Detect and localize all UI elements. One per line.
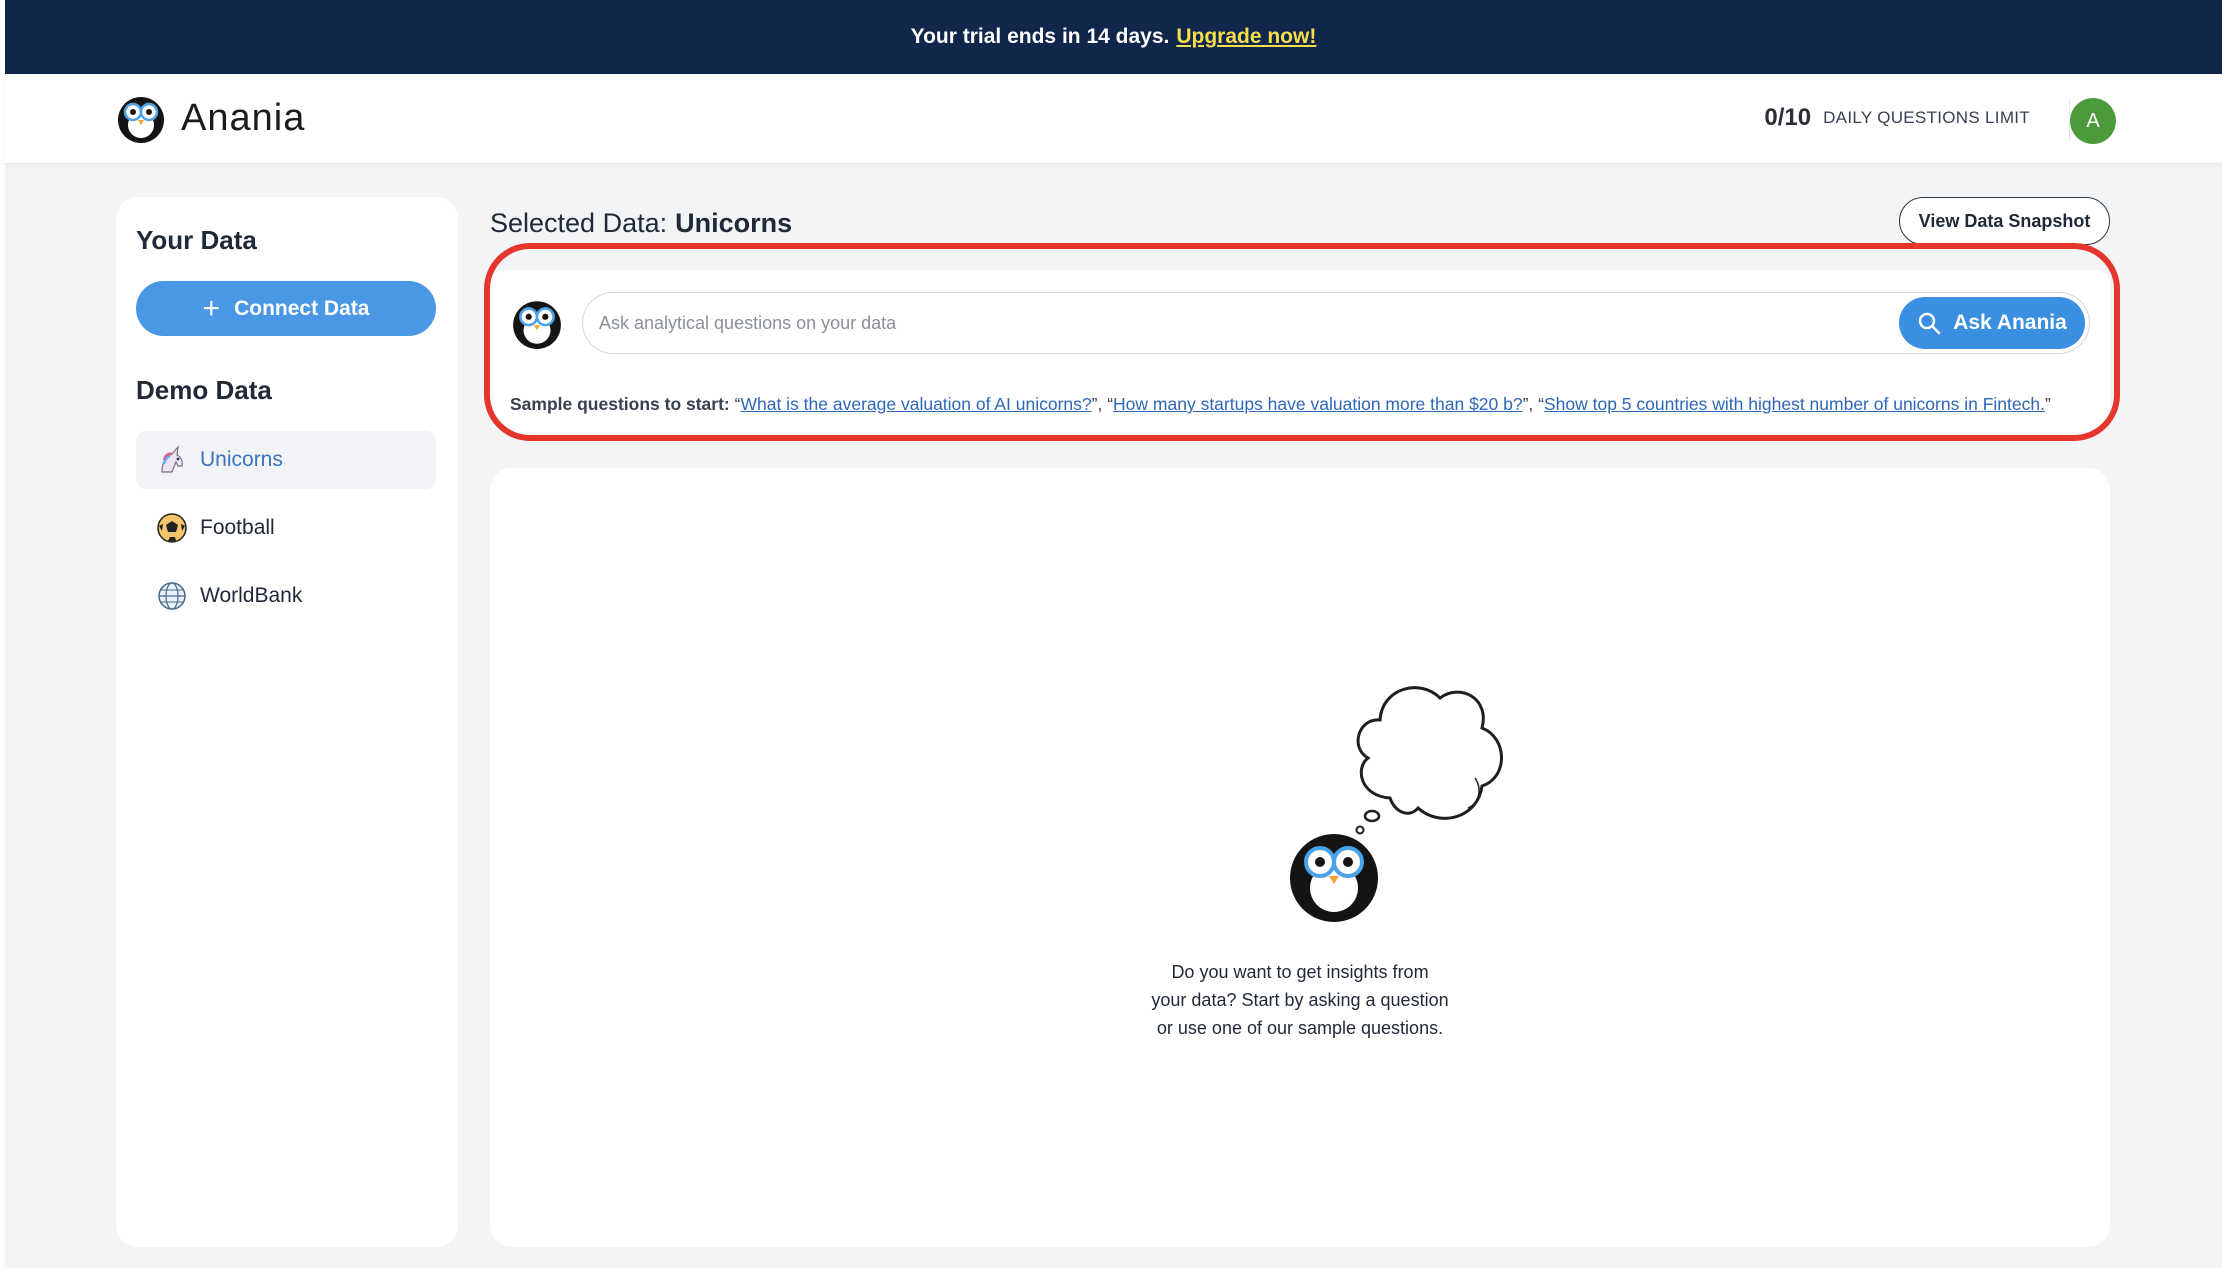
ask-anania-label: Ask Anania xyxy=(1953,311,2067,334)
owl-logo-icon xyxy=(118,97,164,143)
empty-state-line: or use one of our sample questions. xyxy=(1156,1018,1444,1038)
globe-icon xyxy=(158,582,186,610)
owl-avatar-icon xyxy=(513,301,561,349)
selected-data-title: Selected Data: Unicorns xyxy=(490,208,792,239)
empty-state-line: your data? Start by asking a question xyxy=(1151,990,1449,1010)
sample-questions: Sample questions to start: “What is the … xyxy=(510,394,2051,414)
sample-question-link[interactable]: Show top 5 countries with highest number… xyxy=(1544,394,2045,414)
sample-question-link[interactable]: What is the average valuation of AI unic… xyxy=(740,394,1091,414)
empty-state-text: Do you want to get insights from your da… xyxy=(1100,958,1500,1042)
empty-state-line: Do you want to get insights from xyxy=(1171,962,1429,982)
search-icon xyxy=(1918,312,1941,335)
ask-panel: Ask Anania Sample questions to start: “W… xyxy=(490,270,2110,432)
logo[interactable]: Anania xyxy=(115,92,305,144)
football-icon xyxy=(157,513,187,543)
results-area: Do you want to get insights from your da… xyxy=(490,468,2110,1247)
sample-questions-lead: Sample questions to start: xyxy=(510,394,730,414)
sidebar-item-football[interactable]: Football xyxy=(136,499,436,557)
limit-count: 0/10 xyxy=(1764,104,1812,131)
window-edge xyxy=(0,0,5,1268)
demo-data-heading: Demo Data xyxy=(136,375,272,405)
plus-icon: + xyxy=(202,291,221,325)
connect-data-button[interactable]: + Connect Data xyxy=(136,281,436,336)
user-avatar[interactable]: A xyxy=(2070,98,2116,144)
trial-message: Your trial ends in 14 days. xyxy=(910,25,1170,48)
ask-input-container: Ask Anania xyxy=(582,292,2090,354)
limit-label: DAILY QUESTIONS LIMIT xyxy=(1823,108,2030,127)
ask-question-input[interactable] xyxy=(599,307,1899,339)
daily-limit: 0/10 DAILY QUESTIONS LIMIT xyxy=(1764,104,2030,132)
trial-banner: Your trial ends in 14 days. Upgrade now! xyxy=(5,0,2222,74)
upgrade-link[interactable]: Upgrade now! xyxy=(1176,25,1316,49)
sidebar-item-label: Football xyxy=(200,516,275,539)
selected-data-prefix: Selected Data: xyxy=(490,208,668,238)
data-sidebar: Your Data + Connect Data Demo Data Unico… xyxy=(116,197,458,1247)
logo-text: Anania xyxy=(181,96,306,139)
sample-question-link[interactable]: How many startups have valuation more th… xyxy=(1113,394,1523,414)
sidebar-item-unicorns[interactable]: Unicorns xyxy=(136,431,436,489)
connect-data-label: Connect Data xyxy=(234,296,370,320)
thinking-owl-illustration xyxy=(1290,686,1503,922)
your-data-heading: Your Data xyxy=(136,225,257,255)
ask-anania-button[interactable]: Ask Anania xyxy=(1899,297,2085,349)
selected-data-name: Unicorns xyxy=(675,208,793,238)
sidebar-item-label: Unicorns xyxy=(200,448,283,471)
unicorn-icon xyxy=(161,445,183,473)
app-header: Anania 0/10 DAILY QUESTIONS LIMIT A xyxy=(5,74,2222,164)
sidebar-item-label: WorldBank xyxy=(200,584,303,607)
sidebar-item-worldbank[interactable]: WorldBank xyxy=(136,567,436,625)
view-data-snapshot-button[interactable]: View Data Snapshot xyxy=(1899,197,2110,245)
